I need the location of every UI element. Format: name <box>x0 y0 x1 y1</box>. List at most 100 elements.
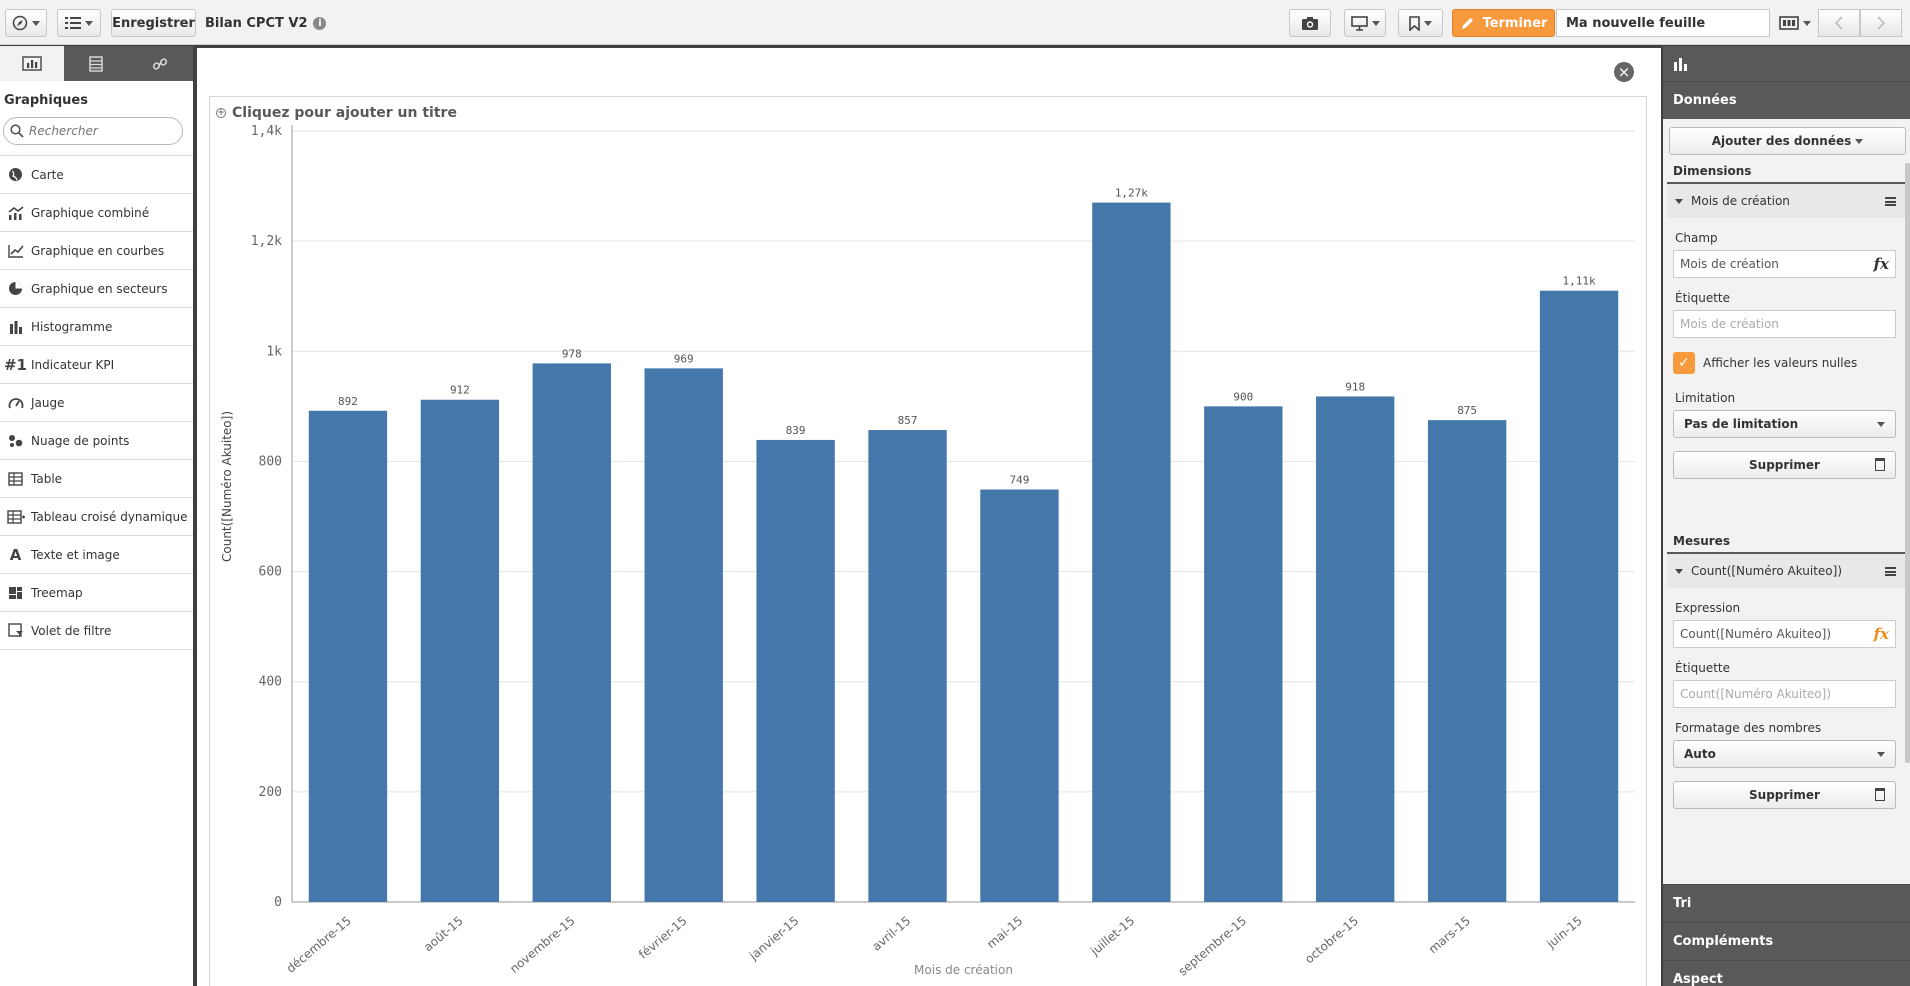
bookmark-button[interactable] <box>1398 9 1443 37</box>
dimension-field-value: Mois de création <box>1680 257 1779 271</box>
combo-chart-icon <box>0 205 31 220</box>
data-label: 912 <box>450 384 470 397</box>
dimension-field-input[interactable]: Mois de création fx <box>1673 250 1896 278</box>
chart-type-label: Tableau croisé dynamique <box>31 509 188 524</box>
chart-type-item[interactable]: Jauge <box>0 384 193 422</box>
app-title-label: Bilan CPCT V2 <box>205 15 308 31</box>
properties-scrollbar[interactable] <box>1905 163 1910 763</box>
checkbox-checked-icon[interactable]: ✓ <box>1673 352 1695 374</box>
done-editing-button[interactable]: Terminer <box>1452 9 1555 37</box>
x-tick-label: février-15 <box>636 914 690 962</box>
x-tick-label: octobre-15 <box>1302 914 1361 967</box>
global-menu-button[interactable] <box>57 9 101 37</box>
bar <box>644 368 723 902</box>
chart-type-label: Volet de filtre <box>31 623 112 638</box>
pencil-icon <box>1461 17 1473 29</box>
drag-handle-icon[interactable] <box>1885 197 1896 206</box>
tab-charts[interactable] <box>0 46 64 81</box>
x-tick-label: novembre-15 <box>507 914 578 976</box>
chevron-down-icon <box>1371 20 1380 26</box>
chevron-down-icon <box>32 20 40 26</box>
tab-fields[interactable] <box>64 46 128 81</box>
chart-type-item[interactable]: Carte <box>0 156 193 194</box>
measure-label-input[interactable]: Count([Numéro Akuiteo]) <box>1673 680 1896 708</box>
sheet-name-field[interactable]: Ma nouvelle feuille <box>1556 9 1770 37</box>
navigation-menu-button[interactable] <box>5 9 47 37</box>
section-sorting[interactable]: Tri <box>1663 884 1910 922</box>
expression-editor-icon[interactable]: fx <box>1874 625 1889 643</box>
chart-type-item[interactable]: A Texte et image <box>0 536 193 574</box>
chart-type-item[interactable]: Nuage de points <box>0 422 193 460</box>
chart-type-item[interactable]: Treemap <box>0 574 193 612</box>
bar <box>980 489 1059 902</box>
y-tick-label: 600 <box>259 565 282 580</box>
trash-icon <box>1875 788 1885 801</box>
x-tick-label: août-15 <box>421 914 466 955</box>
dimension-label-placeholder: Mois de création <box>1680 317 1779 331</box>
limitation-label: Limitation <box>1675 391 1736 405</box>
dimension-accordion[interactable]: Mois de création <box>1667 182 1906 218</box>
x-tick-label: mai-15 <box>984 914 1025 952</box>
assets-tabs <box>0 46 193 81</box>
sheets-menu-button[interactable] <box>1772 9 1818 37</box>
y-tick-label: 200 <box>259 785 282 800</box>
chart-search[interactable] <box>3 117 183 145</box>
snapshot-button[interactable] <box>1289 9 1331 37</box>
chart-type-item[interactable]: Graphique en secteurs <box>0 270 193 308</box>
presentation-button[interactable] <box>1344 9 1386 37</box>
data-label: 1,11k <box>1562 275 1595 288</box>
expression-editor-icon[interactable]: fx <box>1874 255 1889 273</box>
section-addons[interactable]: Compléments <box>1663 922 1910 960</box>
bar <box>420 399 500 902</box>
qlik-sense-editor: Enregistrer Bilan CPCT V2 i Terminer Ma … <box>0 0 1910 986</box>
bookmark-icon <box>1409 15 1420 31</box>
drag-handle-icon[interactable] <box>1885 567 1896 576</box>
bar <box>1316 396 1395 902</box>
chart-type-item[interactable]: Graphique en courbes <box>0 232 193 270</box>
delete-measure-button[interactable]: Supprimer <box>1673 781 1896 809</box>
previous-sheet-button[interactable] <box>1818 9 1860 37</box>
section-data[interactable]: Données <box>1663 81 1910 119</box>
limitation-select[interactable]: Pas de limitation <box>1673 410 1896 438</box>
measure-accordion[interactable]: Count([Numéro Akuiteo]) <box>1667 552 1906 588</box>
info-icon[interactable]: i <box>313 16 327 30</box>
search-icon <box>10 124 24 138</box>
show-null-values-row[interactable]: ✓ Afficher les valeurs nulles <box>1663 338 1910 378</box>
top-toolbar: Enregistrer Bilan CPCT V2 i Terminer Ma … <box>0 0 1910 45</box>
pie-chart-icon <box>0 281 31 296</box>
data-label: 892 <box>338 395 358 408</box>
add-data-button[interactable]: Ajouter des données <box>1669 127 1906 155</box>
next-sheet-button[interactable] <box>1860 9 1902 37</box>
chart-type-item[interactable]: Graphique combiné <box>0 194 193 232</box>
save-button[interactable]: Enregistrer <box>111 9 196 37</box>
chart-type-item[interactable]: Tableau croisé dynamique <box>0 498 193 536</box>
bar-chart-icon <box>1674 57 1687 71</box>
bar <box>308 410 388 902</box>
chevron-down-icon <box>1424 20 1432 26</box>
number-format-select[interactable]: Auto <box>1673 740 1896 768</box>
filter-pane-icon <box>0 623 31 638</box>
x-axis-title: Mois de création <box>914 963 1013 977</box>
chart-type-item[interactable]: Histogramme <box>0 308 193 346</box>
delete-dimension-button[interactable]: Supprimer <box>1673 451 1896 479</box>
text-icon: A <box>9 545 22 564</box>
pivot-table-icon <box>0 509 31 524</box>
bar <box>1204 406 1283 902</box>
bar <box>1092 202 1171 902</box>
y-tick-label: 1k <box>266 344 282 359</box>
section-appearance[interactable]: Aspect <box>1663 960 1910 986</box>
chevron-down-icon <box>1675 198 1683 204</box>
chart-type-item[interactable]: Volet de filtre <box>0 612 193 650</box>
tab-master-items[interactable] <box>128 46 192 81</box>
search-input[interactable] <box>29 124 159 138</box>
close-icon[interactable]: × <box>1614 62 1634 82</box>
number-format-label: Formatage des nombres <box>1675 721 1822 735</box>
chart-type-list: Carte Graphique combiné Graphique en courb… <box>0 155 193 650</box>
chart-type-label: Table <box>31 471 63 486</box>
chart-type-item[interactable]: Table <box>0 460 193 498</box>
dimension-label-input[interactable]: Mois de création <box>1673 310 1896 338</box>
chart-type-item[interactable]: #1 Indicateur KPI <box>0 346 193 384</box>
bar-chart-object[interactable]: + Cliquez pour ajouter un titre 0 200 400 6… <box>209 96 1647 986</box>
delete-dimension-label: Supprimer <box>1749 458 1820 472</box>
measure-expression-input[interactable]: Count([Numéro Akuiteo]) fx <box>1673 620 1896 648</box>
